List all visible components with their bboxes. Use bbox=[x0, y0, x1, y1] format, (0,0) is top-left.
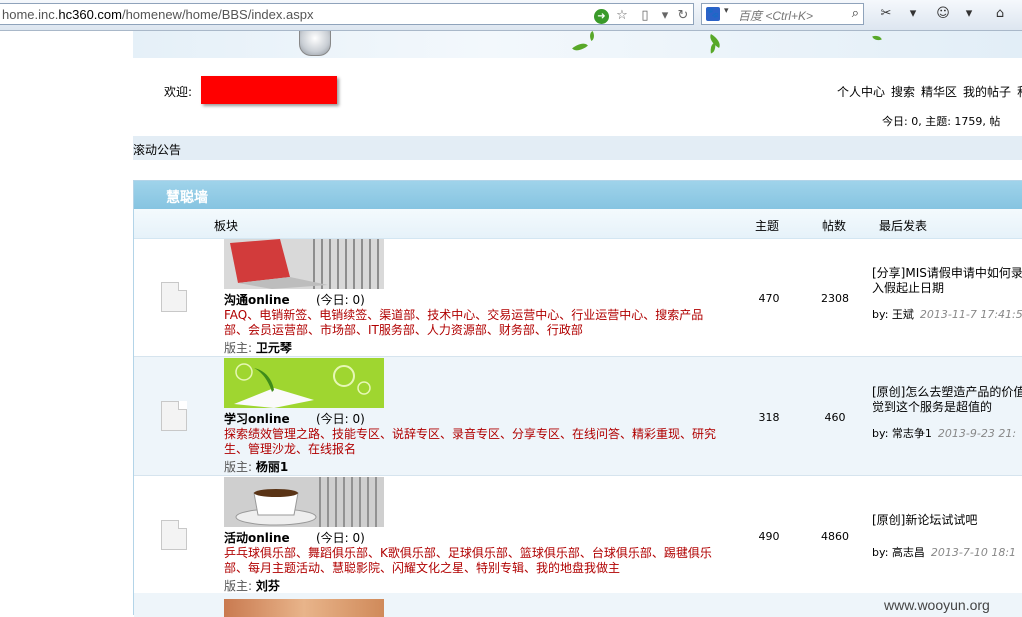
search-box[interactable]: 🐾 ▾ 百度 <Ctrl+K> ⌕ bbox=[701, 3, 864, 25]
col-board: 板块 bbox=[214, 219, 239, 233]
forum-today-count: (今日: 0) bbox=[316, 293, 365, 307]
topic-count: 490 bbox=[758, 530, 780, 543]
last-post-title[interactable]: [原创]新论坛试试吧 bbox=[872, 513, 1022, 528]
header-banner bbox=[133, 31, 1022, 58]
address-bar[interactable]: home.inc.hc360.com/homenew/home/BBS/inde… bbox=[0, 3, 694, 25]
search-icon[interactable]: ⌕ bbox=[852, 6, 859, 21]
baidu-icon[interactable]: 🐾 bbox=[706, 7, 720, 21]
column-header: 板块 主题 帖数 最后发表 bbox=[134, 209, 1022, 239]
home-icon[interactable]: ⌂ bbox=[990, 5, 1010, 23]
moderator-name[interactable]: 刘芬 bbox=[256, 579, 280, 593]
last-post-date: 2013-7-10 18:1 bbox=[930, 546, 1017, 559]
forum-row: 沟通online (今日: 0) FAQ、电销新签、电销续签、渠道部、技术中心、… bbox=[134, 238, 1022, 357]
nav-more[interactable]: 积 bbox=[1017, 85, 1022, 99]
addon-icon[interactable]: ☺ bbox=[933, 5, 953, 23]
phone-icon[interactable]: ▯ bbox=[637, 8, 653, 24]
moderator: 版主: 杨丽1 bbox=[224, 460, 289, 474]
post-count: 460 bbox=[824, 411, 846, 424]
redacted-username bbox=[201, 76, 337, 104]
bookmark-star-icon[interactable]: ☆ bbox=[614, 8, 630, 24]
logo-image bbox=[299, 31, 331, 56]
welcome-label: 欢迎: bbox=[164, 85, 193, 99]
search-placeholder: 百度 <Ctrl+K> bbox=[738, 9, 814, 23]
forum-name[interactable]: 沟通online bbox=[224, 291, 290, 308]
history-dropdown-icon[interactable]: ▾ bbox=[657, 8, 673, 24]
watermark: www.wooyun.org bbox=[884, 597, 990, 613]
subforum-links[interactable]: 探索绩效管理之路、技能专区、说辞专区、录音专区、分享专区、在线问答、精彩重现、研… bbox=[224, 427, 724, 457]
moderator: 版主: 卫元琴 bbox=[224, 341, 292, 355]
forum-section: 慧聪墙 板块 主题 帖数 最后发表 沟通online (今日: 0) FAQ、电… bbox=[133, 180, 1022, 617]
forum-thumbnail-book[interactable] bbox=[224, 358, 384, 408]
section-header: 慧聪墙 bbox=[134, 181, 1022, 209]
forum-row: 学习online (今日: 0) 探索绩效管理之路、技能专区、说辞专区、录音专区… bbox=[134, 357, 1022, 476]
forum-today-count: (今日: 0) bbox=[316, 412, 365, 426]
last-post-by: by: 常志争1 2013-9-23 21: bbox=[872, 427, 1017, 440]
engine-dropdown-icon[interactable]: ▾ bbox=[724, 6, 729, 16]
screenshot-dropdown-icon[interactable]: ▾ bbox=[906, 5, 920, 23]
last-post-title[interactable]: [分享]MIS请假申请中如何录入假起止日期 bbox=[872, 266, 1022, 296]
moderator-name[interactable]: 杨丽1 bbox=[256, 460, 288, 474]
announcement-bar: 滚动公告 bbox=[133, 136, 1022, 160]
leaf-decoration bbox=[872, 33, 882, 43]
forum-thumbnail-partial[interactable] bbox=[224, 599, 384, 617]
topic-count: 470 bbox=[758, 292, 780, 305]
moderator-name[interactable]: 卫元琴 bbox=[256, 341, 292, 355]
moderator: 版主: 刘芬 bbox=[224, 579, 280, 593]
screenshot-icon[interactable]: ✂ bbox=[876, 5, 896, 23]
forum-stats: 今日: 0, 主题: 1759, 帖 bbox=[882, 115, 1001, 128]
browser-toolbar: home.inc.hc360.com/homenew/home/BBS/inde… bbox=[0, 0, 1022, 31]
forum-status-icon bbox=[161, 401, 187, 431]
col-last-post: 最后发表 bbox=[879, 219, 928, 233]
forum-thumbnail-laptop[interactable] bbox=[224, 239, 384, 289]
reload-icon[interactable]: ↻ bbox=[675, 8, 691, 24]
last-post-author[interactable]: 常志争1 bbox=[892, 427, 932, 440]
nav-my-posts[interactable]: 我的帖子 bbox=[963, 85, 1011, 99]
forum-name[interactable]: 学习online bbox=[224, 410, 290, 427]
addon-dropdown-icon[interactable]: ▾ bbox=[962, 5, 976, 23]
last-post-title[interactable]: [原创]怎么去塑造产品的价值觉到这个服务是超值的 bbox=[872, 385, 1022, 415]
col-topics: 主题 bbox=[755, 219, 780, 233]
announcement-label: 滚动公告 bbox=[133, 143, 182, 157]
last-post-date: 2013-11-7 17:41:5 bbox=[919, 308, 1022, 321]
leaf-decoration bbox=[587, 31, 597, 41]
section-title[interactable]: 慧聪墙 bbox=[166, 187, 208, 207]
last-post-by: by: 高志昌 2013-7-10 18:1 bbox=[872, 546, 1017, 559]
url-text: home.inc.hc360.com/homenew/home/BBS/inde… bbox=[2, 7, 314, 22]
topic-count: 318 bbox=[758, 411, 780, 424]
last-post-author[interactable]: 高志昌 bbox=[892, 546, 925, 559]
nav-user-center[interactable]: 个人中心 bbox=[837, 85, 885, 99]
subforum-links[interactable]: FAQ、电销新签、电销续签、渠道部、技术中心、交易运营中心、行业运营中心、搜索产… bbox=[224, 308, 724, 338]
nav-featured[interactable]: 精华区 bbox=[921, 85, 957, 99]
go-icon[interactable]: ➜ bbox=[594, 9, 609, 24]
post-count: 4860 bbox=[821, 530, 849, 543]
last-post-author[interactable]: 王斌 bbox=[892, 308, 914, 321]
post-count: 2308 bbox=[821, 292, 849, 305]
forum-status-icon bbox=[161, 520, 187, 550]
leaf-decoration bbox=[572, 39, 588, 55]
subforum-links[interactable]: 乒乓球俱乐部、舞蹈俱乐部、K歌俱乐部、足球俱乐部、篮球俱乐部、台球俱乐部、踢毽俱… bbox=[224, 546, 724, 576]
last-post-by: by: 王斌 2013-11-7 17:41:5 bbox=[872, 308, 1022, 321]
forum-row: 活动online (今日: 0) 乒乓球俱乐部、舞蹈俱乐部、K歌俱乐部、足球俱乐… bbox=[134, 476, 1022, 595]
top-nav: 个人中心搜索精华区我的帖子积 bbox=[837, 83, 1022, 100]
last-post-date: 2013-9-23 21: bbox=[937, 427, 1017, 440]
forum-today-count: (今日: 0) bbox=[316, 531, 365, 545]
forum-name[interactable]: 活动online bbox=[224, 529, 290, 546]
nav-search[interactable]: 搜索 bbox=[891, 85, 915, 99]
forum-status-icon bbox=[161, 282, 187, 312]
col-posts: 帖数 bbox=[822, 219, 847, 233]
forum-thumbnail-coffee[interactable] bbox=[224, 477, 384, 527]
